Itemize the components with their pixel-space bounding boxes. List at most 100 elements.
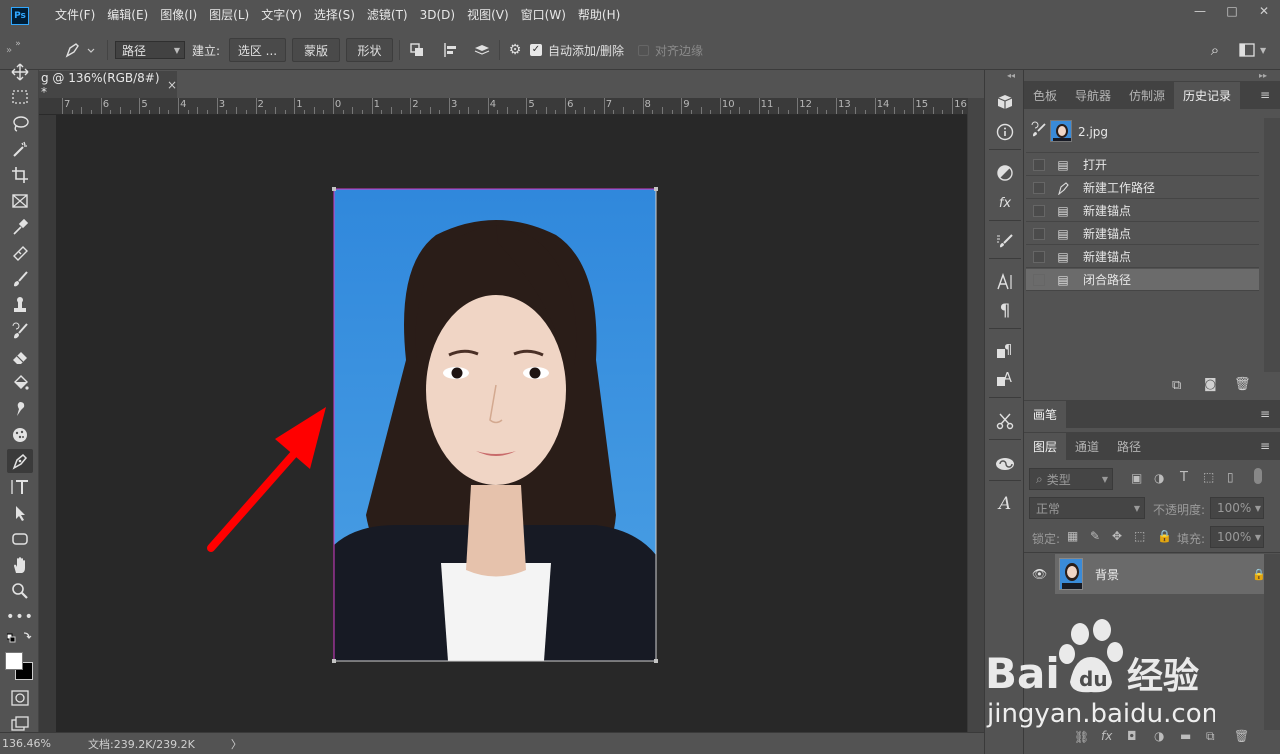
filter-smart-object-icon[interactable]: ▯ bbox=[1227, 470, 1234, 484]
add-mask-icon[interactable]: ◘ bbox=[1127, 729, 1137, 743]
foreground-color-swatch[interactable] bbox=[5, 652, 23, 670]
history-checkbox[interactable] bbox=[1033, 204, 1045, 217]
rectangle-tool-icon[interactable] bbox=[7, 527, 33, 551]
menu-type[interactable]: 文字(Y) bbox=[255, 0, 308, 31]
paint-bucket-tool-icon[interactable] bbox=[7, 371, 33, 395]
styles-fx-icon[interactable]: fx bbox=[993, 192, 1017, 214]
history-step[interactable]: ▤ 新建锚点 bbox=[1026, 246, 1259, 268]
filter-adjustment-icon[interactable]: ◑ bbox=[1154, 471, 1164, 485]
tab-swatches[interactable]: 色板 bbox=[1024, 82, 1066, 109]
new-layer-icon[interactable]: ⧉ bbox=[1206, 729, 1215, 744]
filter-toggle[interactable] bbox=[1254, 468, 1262, 484]
vertical-ruler[interactable] bbox=[39, 115, 56, 732]
tab-navigator[interactable]: 导航器 bbox=[1066, 82, 1120, 109]
glyphs-icon[interactable]: A bbox=[993, 493, 1017, 515]
align-edges-checkbox[interactable] bbox=[638, 38, 652, 62]
fill-input[interactable]: 100% ▼ bbox=[1210, 526, 1264, 548]
menu-layer[interactable]: 图层(L) bbox=[203, 0, 255, 31]
lasso-tool-icon[interactable] bbox=[7, 111, 33, 135]
eraser-tool-icon[interactable] bbox=[7, 345, 33, 369]
collapse-icon[interactable]: ◂◂ bbox=[1007, 71, 1015, 80]
crop-tool-icon[interactable] bbox=[7, 163, 33, 187]
history-brush-source-icon[interactable] bbox=[1030, 121, 1048, 139]
zoom-level[interactable]: 136.46% bbox=[2, 737, 82, 750]
history-step-selected[interactable]: ▤ 闭合路径 bbox=[1026, 269, 1259, 291]
lock-all-icon[interactable]: 🔒 bbox=[1157, 529, 1172, 543]
blend-mode-select[interactable]: 正常 ▼ bbox=[1029, 497, 1145, 519]
adjustments-icon[interactable] bbox=[993, 162, 1017, 184]
filter-shape-icon[interactable]: ⬚ bbox=[1203, 470, 1214, 484]
link-layers-icon[interactable]: ⛓ bbox=[1074, 730, 1089, 744]
magic-wand-tool-icon[interactable] bbox=[7, 137, 33, 161]
hand-tool-icon[interactable] bbox=[7, 553, 33, 577]
more-tools-icon[interactable]: ••• bbox=[6, 605, 33, 629]
auto-add-checkbox[interactable]: ✓ bbox=[530, 38, 544, 62]
eyedropper-tool-icon[interactable] bbox=[7, 215, 33, 239]
horizontal-ruler[interactable]: 7 6 5 4 3 2 1 0 1 2 3 4 5 6 7 8 9 10 11 12 13 14 15 16 bbox=[39, 98, 983, 115]
tab-history[interactable]: 历史记录 bbox=[1174, 82, 1241, 109]
pen-tool-icon[interactable] bbox=[7, 449, 33, 473]
lock-position-icon[interactable]: ✥ bbox=[1112, 529, 1122, 543]
status-menu-arrow-icon[interactable]: 〉 bbox=[231, 736, 242, 752]
info-icon[interactable] bbox=[993, 121, 1017, 143]
history-step[interactable]: 新建工作路径 bbox=[1026, 177, 1259, 199]
filter-type-icon[interactable]: T bbox=[1180, 470, 1188, 485]
libraries-icon[interactable] bbox=[993, 452, 1017, 474]
filter-pixel-icon[interactable]: ▣ bbox=[1131, 471, 1142, 485]
trash-icon[interactable]: 🗑 bbox=[1234, 377, 1251, 392]
3d-cube-icon[interactable] bbox=[993, 91, 1017, 113]
layer-filter-select[interactable]: ⌕ 类型 ▼ bbox=[1029, 468, 1113, 490]
layer-name[interactable]: 背景 bbox=[1095, 566, 1119, 583]
camera-icon[interactable]: ◙ bbox=[1204, 377, 1217, 392]
menu-filter[interactable]: 滤镜(T) bbox=[361, 0, 414, 31]
paragraph-panel-icon[interactable]: ¶ bbox=[993, 300, 1017, 322]
path-arrangement-icon[interactable] bbox=[471, 38, 493, 62]
panel-menu-icon[interactable]: ≡ bbox=[1260, 88, 1270, 102]
snapshot-name[interactable]: 2.jpg bbox=[1078, 125, 1108, 139]
marquee-tool-icon[interactable] bbox=[7, 85, 33, 109]
close-button[interactable]: ✕ bbox=[1248, 0, 1280, 22]
menu-window[interactable]: 窗口(W) bbox=[515, 0, 572, 31]
menu-file[interactable]: 文件(F) bbox=[49, 0, 101, 31]
lock-artboard-icon[interactable]: ⬚ bbox=[1134, 529, 1145, 543]
character-styles-icon[interactable]: A bbox=[993, 368, 1017, 390]
frame-tool-icon[interactable] bbox=[7, 189, 33, 213]
lock-transparent-icon[interactable]: ▦ bbox=[1067, 529, 1078, 543]
adjustment-layer-icon[interactable]: ◑ bbox=[1154, 729, 1164, 743]
move-tool-icon[interactable] bbox=[7, 60, 33, 84]
mask-button[interactable]: 蒙版 bbox=[292, 38, 340, 62]
brush-settings-icon[interactable] bbox=[993, 230, 1017, 252]
mode-select[interactable]: 路径 ▼ bbox=[115, 41, 185, 59]
menu-help[interactable]: 帮助(H) bbox=[572, 0, 626, 31]
gear-icon[interactable]: ⚙ bbox=[506, 38, 524, 62]
clone-stamp-tool-icon[interactable] bbox=[7, 293, 33, 317]
history-scrollbar[interactable] bbox=[1264, 118, 1280, 372]
menu-edit[interactable]: 编辑(E) bbox=[101, 0, 154, 31]
menu-view[interactable]: 视图(V) bbox=[461, 0, 515, 31]
history-checkbox[interactable] bbox=[1033, 158, 1045, 171]
history-step[interactable]: ▤ 新建锚点 bbox=[1026, 223, 1259, 245]
type-tool-icon[interactable] bbox=[7, 475, 33, 499]
anchor-point[interactable] bbox=[332, 659, 336, 663]
smudge-tool-icon[interactable] bbox=[7, 397, 33, 421]
lock-image-icon[interactable]: ✎ bbox=[1090, 529, 1100, 543]
history-brush-tool-icon[interactable] bbox=[7, 319, 33, 343]
selection-button[interactable]: 选区 ... bbox=[229, 38, 286, 62]
path-alignment-icon[interactable] bbox=[440, 38, 462, 62]
menu-image[interactable]: 图像(I) bbox=[154, 0, 203, 31]
color-swatches[interactable] bbox=[5, 652, 35, 682]
menu-select[interactable]: 选择(S) bbox=[308, 0, 361, 31]
menu-3d[interactable]: 3D(D) bbox=[414, 0, 461, 31]
vertical-scrollbar[interactable] bbox=[967, 98, 984, 732]
tab-brush[interactable]: 画笔 bbox=[1024, 401, 1067, 428]
minimize-button[interactable]: — bbox=[1184, 0, 1216, 22]
anchor-point[interactable] bbox=[332, 187, 336, 191]
panel-menu-icon[interactable]: ≡ bbox=[1260, 407, 1270, 421]
sponge-tool-icon[interactable] bbox=[7, 423, 33, 447]
layer-style-fx-icon[interactable]: fx bbox=[1101, 729, 1112, 743]
history-step[interactable]: ▤ 新建锚点 bbox=[1026, 200, 1259, 222]
delete-layer-icon[interactable]: 🗑 bbox=[1234, 729, 1249, 743]
chevron-down-icon[interactable]: ▼ bbox=[1260, 38, 1270, 62]
tab-close-icon[interactable]: × bbox=[167, 78, 177, 92]
collapse-icon[interactable]: ▸▸ bbox=[1259, 71, 1267, 80]
